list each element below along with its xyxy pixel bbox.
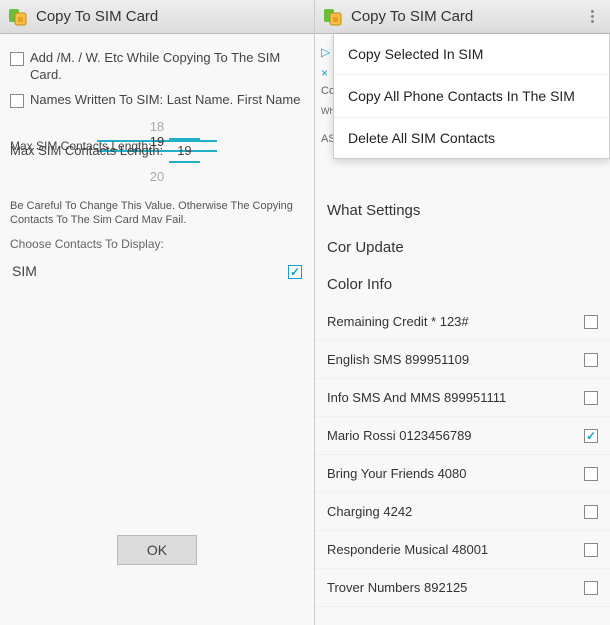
ok-button[interactable]: OK <box>117 535 197 565</box>
menu-copy-selected[interactable]: Copy Selected In SIM <box>334 34 609 75</box>
contact-checkbox[interactable] <box>584 505 598 519</box>
checkbox-name-order[interactable] <box>10 94 24 108</box>
contact-label: Info SMS And MMS 899951111 <box>327 390 584 405</box>
checkbox-add-prefix[interactable] <box>10 52 24 66</box>
picker-label: Max SIM Contacts Length: <box>10 139 151 153</box>
overflow-menu: Copy Selected In SIM Copy All Phone Cont… <box>333 34 610 159</box>
contact-checkbox[interactable] <box>584 467 598 481</box>
sim-display-row[interactable]: SIM <box>10 257 304 285</box>
title-right: Copy To SIM Card <box>351 8 473 25</box>
option-add-prefix[interactable]: Add /M. / W. Etc While Copying To The SI… <box>10 50 304 84</box>
titlebar-right: Copy To SIM Card <box>315 0 610 34</box>
left-content: Add /M. / W. Etc While Copying To The SI… <box>0 34 314 573</box>
checkbox-sim[interactable] <box>288 265 302 279</box>
app-sim-icon-right <box>323 7 343 27</box>
sim-label: SIM <box>12 263 37 279</box>
picker-below: 20 <box>150 169 164 184</box>
list-item[interactable]: English SMS 899951109 <box>315 341 610 379</box>
contact-checkbox[interactable] <box>584 429 598 443</box>
list-item[interactable]: Responderie Musical 48001 <box>315 531 610 569</box>
list-item[interactable]: Mario Rossi 0123456789 <box>315 417 610 455</box>
contact-checkbox[interactable] <box>584 391 598 405</box>
contact-checkbox[interactable] <box>584 581 598 595</box>
titlebar-left: Copy To SIM Card <box>0 0 314 34</box>
warning-note: Be Careful To Change This Value. Otherwi… <box>10 199 304 228</box>
choose-contacts-label: Choose Contacts To Display: <box>10 237 304 251</box>
overflow-menu-icon[interactable] <box>582 7 602 27</box>
list-item[interactable]: Charging 4242 <box>315 493 610 531</box>
contact-label: Bring Your Friends 4080 <box>327 466 584 481</box>
option-name-order-label: Names Written To SIM: Last Name. First N… <box>30 92 300 109</box>
app-sim-icon <box>8 7 28 27</box>
picker-above: 18 <box>150 119 164 134</box>
list-item[interactable]: Remaining Credit * 123# <box>315 303 610 341</box>
title-left: Copy To SIM Card <box>36 8 158 25</box>
contact-label: Mario Rossi 0123456789 <box>327 428 584 443</box>
contact-label: Charging 4242 <box>327 504 584 519</box>
row-what-settings[interactable]: What Settings <box>315 192 610 229</box>
option-name-order[interactable]: Names Written To SIM: Last Name. First N… <box>10 92 304 109</box>
list-item[interactable]: Bring Your Friends 4080 <box>315 455 610 493</box>
list-item[interactable]: Info SMS And MMS 899951111 <box>315 379 610 417</box>
option-add-prefix-label: Add /M. / W. Etc While Copying To The SI… <box>30 50 304 84</box>
row-color-info[interactable]: Color Info <box>315 266 610 303</box>
contacts-pane: Copy To SIM Card ▷ × Co Whol ASU Copy Se… <box>315 0 610 625</box>
row-cor-update[interactable]: Cor Update <box>315 229 610 266</box>
contact-label: Remaining Credit * 123# <box>327 314 584 329</box>
contact-checkbox[interactable] <box>584 315 598 329</box>
contact-label: Trover Numbers 892125 <box>327 580 584 595</box>
settings-pane: Copy To SIM Card Add /M. / W. Etc While … <box>0 0 315 625</box>
contact-label: English SMS 899951109 <box>327 352 584 367</box>
list-item[interactable]: Trover Numbers 892125 <box>315 569 610 607</box>
contacts-list: Remaining Credit * 123# English SMS 89995… <box>315 303 610 607</box>
contact-checkbox[interactable] <box>584 353 598 367</box>
picker-inline-value: 19 <box>169 138 199 163</box>
menu-copy-all[interactable]: Copy All Phone Contacts In The SIM <box>334 75 609 118</box>
picker-value: 19 <box>150 134 164 149</box>
contact-checkbox[interactable] <box>584 543 598 557</box>
menu-delete-all[interactable]: Delete All SIM Contacts <box>334 118 609 158</box>
contact-label: Responderie Musical 48001 <box>327 542 584 557</box>
